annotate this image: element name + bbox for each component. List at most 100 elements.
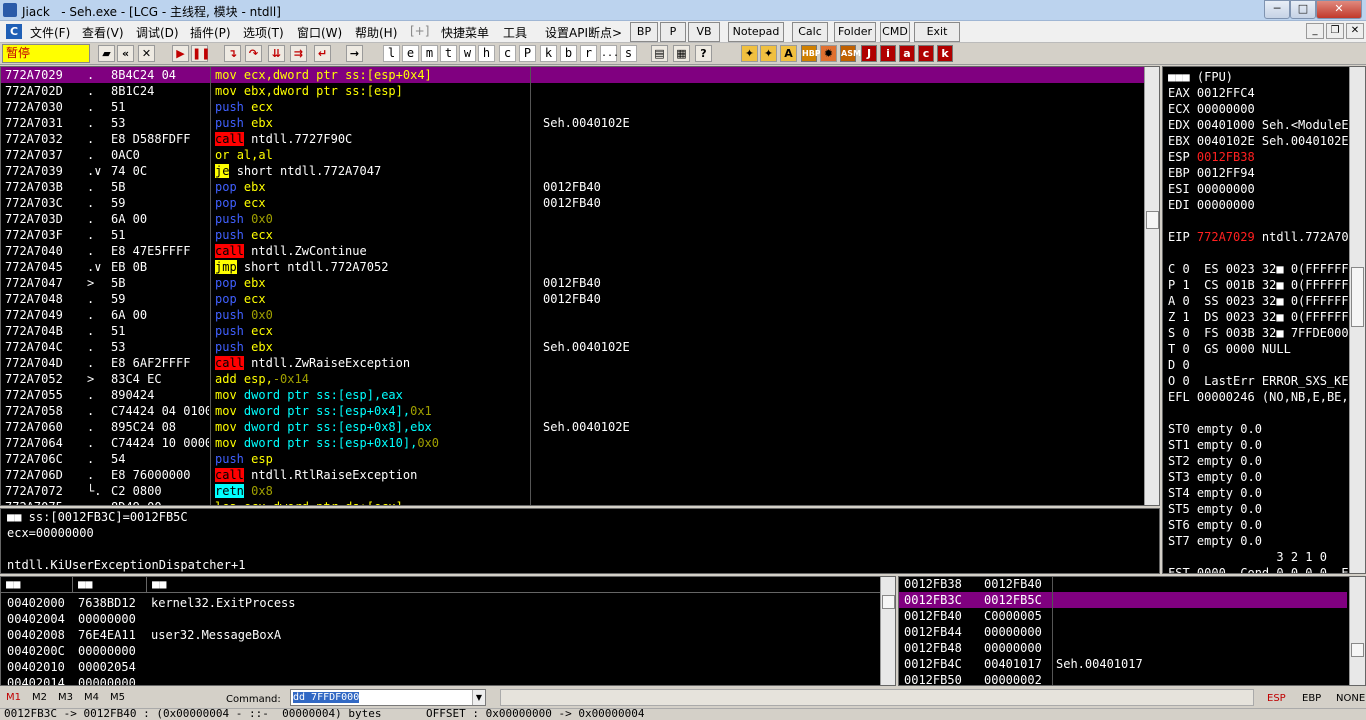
- run-icon[interactable]: ▶: [172, 45, 189, 62]
- dump-row[interactable]: 00402008 76E4EA11 user32.MessageBoxA: [1, 627, 881, 643]
- register-line[interactable]: EIP 772A7029 ntdll.772A7029: [1168, 229, 1363, 245]
- stack-follow-esp[interactable]: ESP: [1267, 693, 1286, 704]
- registers-scrollbar[interactable]: [1349, 67, 1365, 573]
- register-line[interactable]: ST3 empty 0.0: [1168, 469, 1262, 485]
- memory-tab-m3[interactable]: M3: [58, 692, 73, 703]
- registers-pane[interactable]: ■■■ (FPU) EAX 0012FFC4 ECX 00000000 EDX 00…: [1162, 66, 1366, 574]
- toolbar-log-button[interactable]: l: [383, 45, 400, 62]
- appearance-icon[interactable]: ▦: [673, 45, 690, 62]
- execute-till-return-icon[interactable]: ↵: [314, 45, 331, 62]
- disassembly-row[interactable]: 772A7064. C74424 10 00000000 mov dword ptr…: [1, 435, 1146, 451]
- dump-row[interactable]: 0040200C 00000000: [1, 643, 881, 659]
- plugin-gear-icon[interactable]: ✹: [820, 45, 837, 62]
- disassembly-row[interactable]: 772A706D. E8 76000000 call ntdll.RtlRaiseE…: [1, 467, 1146, 483]
- step-over-icon[interactable]: ↷: [245, 45, 262, 62]
- scrollbar-thumb[interactable]: [882, 595, 895, 609]
- disassembly-row[interactable]: 772A7047 >5B pop ebx 0012FB40: [1, 275, 1146, 291]
- disassembly-row[interactable]: 772A7072 └. C2 0800 retn 0x8: [1, 483, 1146, 499]
- register-line[interactable]: ST2 empty 0.0: [1168, 453, 1262, 469]
- plugin-icon-3[interactable]: A: [780, 45, 797, 62]
- plugin-icon-1[interactable]: ✦: [741, 45, 758, 62]
- stack-follow-ebp[interactable]: EBP: [1302, 693, 1321, 704]
- dump-row[interactable]: 00402004 00000000: [1, 611, 881, 627]
- menu-window[interactable]: 窗口(W): [297, 24, 342, 41]
- disassembly-row[interactable]: 772A703D. 6A 00 push 0x0: [1, 211, 1146, 227]
- register-line[interactable]: T 0 GS 0000 NULL: [1168, 341, 1291, 357]
- disassembly-row[interactable]: 772A7039 .∨ 74 0C je short ntdll.772A7047: [1, 163, 1146, 179]
- disassembly-row[interactable]: 772A7031. 53 push ebx Seh.0040102E: [1, 115, 1146, 131]
- command-input[interactable]: dd 7FFDF000: [290, 689, 486, 706]
- register-line[interactable]: ECX 00000000: [1168, 101, 1255, 117]
- jiack-plugin-i[interactable]: i: [880, 45, 896, 62]
- toolbar-windows-button[interactable]: w: [459, 45, 476, 62]
- disassembly-row[interactable]: 772A7058. C74424 04 01000000 mov dword ptr…: [1, 403, 1146, 419]
- menu-file[interactable]: 文件(F): [30, 24, 70, 41]
- disassembly-row[interactable]: 772A7040. E8 47E5FFFF call ntdll.ZwContinu…: [1, 243, 1146, 259]
- memory-tab-m1[interactable]: M1: [6, 692, 21, 703]
- stack-follow-none[interactable]: NONE: [1336, 693, 1365, 704]
- dump-address-header[interactable]: ■■: [1, 577, 73, 593]
- hbp-plugin-icon[interactable]: HBP: [801, 45, 821, 62]
- options-icon[interactable]: ▤: [651, 45, 668, 62]
- register-line[interactable]: ST5 empty 0.0: [1168, 501, 1262, 517]
- stack-row[interactable]: 0012FB48 00000000: [899, 640, 1347, 656]
- menu-api-breakpoints[interactable]: 设置API断点>: [545, 24, 622, 41]
- disassembly-row[interactable]: 772A703B. 5B pop ebx 0012FB40: [1, 179, 1146, 195]
- register-line[interactable]: P 1 CS 001B 32■ 0(FFFFFFFF): [1168, 277, 1365, 293]
- disassembly-row[interactable]: 772A703F. 51 push ecx: [1, 227, 1146, 243]
- register-line[interactable]: D 0: [1168, 357, 1190, 373]
- register-line[interactable]: ST1 empty 0.0: [1168, 437, 1262, 453]
- scrollbar-thumb[interactable]: [1351, 643, 1364, 657]
- stack-row[interactable]: 0012FB40 C0000005: [899, 608, 1347, 624]
- stack-row[interactable]: 0012FB4C 00401017 Seh.00401017: [899, 656, 1347, 672]
- system-menu-icon[interactable]: C: [6, 24, 22, 39]
- disassembly-row[interactable]: 772A7037. 0AC0 or al,al: [1, 147, 1146, 163]
- trace-over-icon[interactable]: ⇉: [290, 45, 307, 62]
- dump-comment-header[interactable]: ■■: [147, 577, 881, 593]
- disassembly-row[interactable]: 772A7060. 895C24 08 mov dword ptr ss:[esp+…: [1, 419, 1146, 435]
- jiack-plugin-c[interactable]: c: [918, 45, 934, 62]
- jiack-plugin-a[interactable]: a: [899, 45, 915, 62]
- disassembly-row[interactable]: 772A704B. 51 push ecx: [1, 323, 1146, 339]
- menu-tools[interactable]: 工具: [503, 24, 527, 41]
- quick-folder-button[interactable]: Folder: [834, 22, 876, 42]
- register-line[interactable]: O 0 LastErr ERROR_SXS_KEY_NOT_FOUND: [1168, 373, 1365, 389]
- disassembly-row[interactable]: 772A704C. 53 push ebx Seh.0040102E: [1, 339, 1146, 355]
- memory-tab-m2[interactable]: M2: [32, 692, 47, 703]
- dump-pane[interactable]: ■■ ■■ ■■ 00402000 7638BD12 kernel32.ExitPr…: [0, 576, 896, 686]
- disassembly-row[interactable]: 772A7049. 6A 00 push 0x0: [1, 307, 1146, 323]
- disassembly-scrollbar[interactable]: [1144, 67, 1159, 505]
- toolbar-modules-button[interactable]: e: [402, 45, 419, 62]
- memory-tab-m4[interactable]: M4: [84, 692, 99, 703]
- trace-into-icon[interactable]: ⇊: [268, 45, 285, 62]
- register-line[interactable]: ESI 00000000: [1168, 181, 1255, 197]
- disassembly-row[interactable]: 772A7030. 51 push ecx: [1, 99, 1146, 115]
- disassembly-row[interactable]: 772A702D. 8B1C24 mov ebx,dword ptr ss:[esp…: [1, 83, 1146, 99]
- menu-view[interactable]: 查看(V): [82, 24, 124, 41]
- quick-calc-button[interactable]: Calc: [792, 22, 828, 42]
- disassembly-row[interactable]: 772A7055. 890424 mov dword ptr ss:[esp],ea…: [1, 387, 1146, 403]
- register-line[interactable]: EFL 00000246 (NO,NB,E,BE,NS,PE): [1168, 389, 1365, 405]
- register-line[interactable]: S 0 FS 003B 32■ 7FFDE000(FFF): [1168, 325, 1365, 341]
- register-line[interactable]: ESP 0012FB38: [1168, 149, 1255, 165]
- toolbar-cpu-button[interactable]: c: [499, 45, 516, 62]
- register-line[interactable]: EBX 0040102E Seh.0040102E: [1168, 133, 1349, 149]
- step-into-icon[interactable]: ↴: [224, 45, 241, 62]
- disassembly-row[interactable]: 772A7029. 8B4C24 04 mov ecx,dword ptr ss:[…: [1, 67, 1146, 83]
- menu-options[interactable]: 选项(T): [243, 24, 284, 41]
- quick-notepad-button[interactable]: Notepad: [728, 22, 784, 42]
- disassembly-row[interactable]: 772A703C. 59 pop ecx 0012FB40: [1, 195, 1146, 211]
- plugin-icon-2[interactable]: ✦: [760, 45, 777, 62]
- toolbar-threads-button[interactable]: t: [440, 45, 457, 62]
- stack-row[interactable]: 0012FB44 00000000: [899, 624, 1347, 640]
- disassembly-row[interactable]: 772A7075. 8D49 00 lea ecx,dword ptr ds:[ec…: [1, 499, 1146, 505]
- goto-icon[interactable]: →: [346, 45, 363, 62]
- toolbar-runtrace-button[interactable]: ...: [600, 45, 619, 62]
- minimize-button[interactable]: ─: [1264, 0, 1290, 19]
- mdi-minimize-button[interactable]: _: [1306, 23, 1324, 39]
- disassembly-row[interactable]: 772A7048. 59 pop ecx 0012FB40: [1, 291, 1146, 307]
- register-line[interactable]: EDI 00000000: [1168, 197, 1255, 213]
- disassembly-pane[interactable]: 772A7029. 8B4C24 04 mov ecx,dword ptr ss:[…: [0, 66, 1160, 506]
- stack-scrollbar[interactable]: [1349, 577, 1365, 685]
- mdi-close-button[interactable]: ✕: [1346, 23, 1364, 39]
